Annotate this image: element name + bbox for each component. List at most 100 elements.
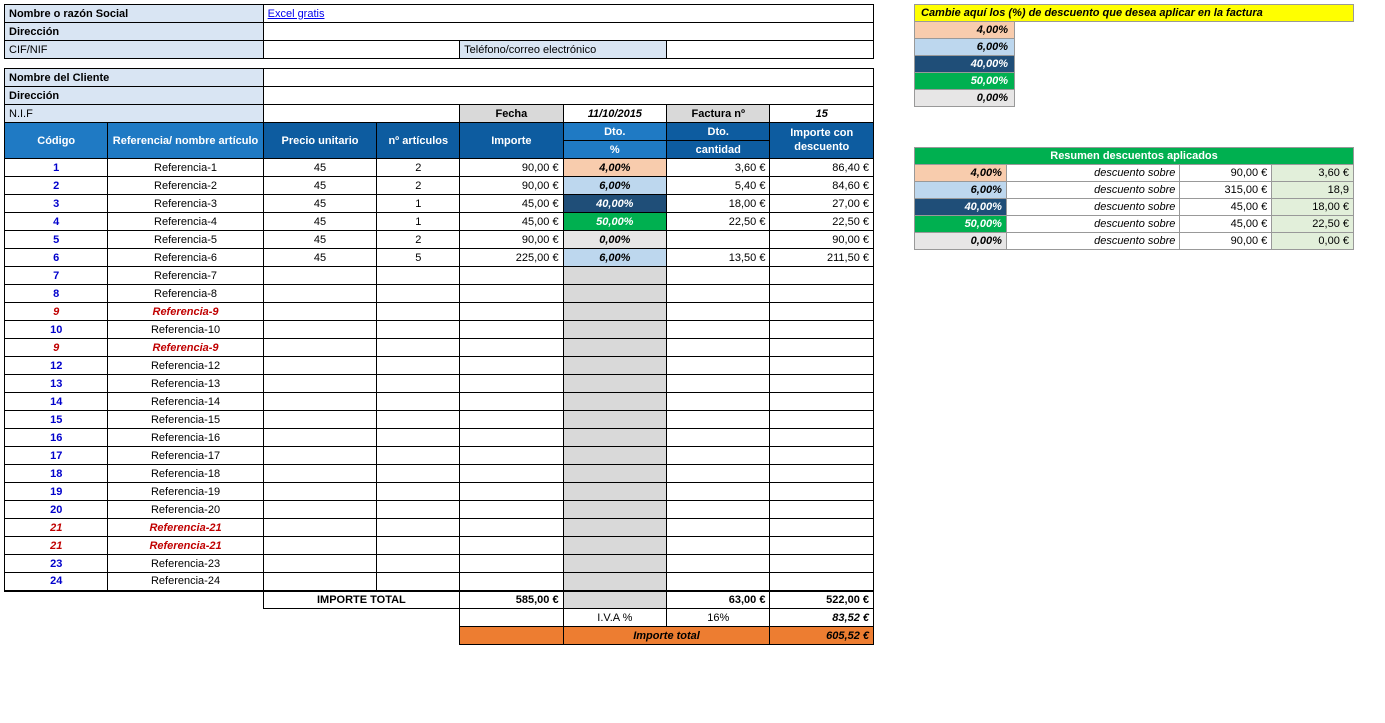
cell-dto-pct[interactable] <box>563 429 666 447</box>
cell-ref[interactable]: Referencia-6 <box>108 249 263 267</box>
cell-dto-pct[interactable]: 40,00% <box>563 195 666 213</box>
cell-cif[interactable] <box>263 41 460 59</box>
cell-dto-pct[interactable]: 6,00% <box>563 249 666 267</box>
cell-ref[interactable]: Referencia-4 <box>108 213 263 231</box>
cell-pu[interactable]: 45 <box>263 177 377 195</box>
cell-n[interactable] <box>377 447 460 465</box>
cell-ref[interactable]: Referencia-2 <box>108 177 263 195</box>
cell-pu[interactable]: 45 <box>263 213 377 231</box>
cell-ref[interactable]: Referencia-18 <box>108 465 263 483</box>
cell-ref[interactable]: Referencia-13 <box>108 375 263 393</box>
cell-direccion[interactable] <box>263 23 873 41</box>
cell-ref[interactable]: Referencia-9 <box>108 339 263 357</box>
cell-dto-pct[interactable] <box>563 447 666 465</box>
cell-n[interactable] <box>377 303 460 321</box>
cell-dto-pct[interactable] <box>563 465 666 483</box>
cell-n[interactable] <box>377 339 460 357</box>
cell-ref[interactable]: Referencia-15 <box>108 411 263 429</box>
cell-pu[interactable] <box>263 375 377 393</box>
cell-dto-pct[interactable] <box>563 267 666 285</box>
cell-dto-pct[interactable] <box>563 357 666 375</box>
cell-pu[interactable] <box>263 339 377 357</box>
cell-cliente[interactable] <box>263 69 873 87</box>
cell-dto-pct[interactable] <box>563 285 666 303</box>
cell-tel[interactable] <box>667 41 874 59</box>
cell-pu[interactable] <box>263 285 377 303</box>
cell-ref[interactable]: Referencia-7 <box>108 267 263 285</box>
cell-ref[interactable]: Referencia-24 <box>108 573 263 591</box>
cell-pu[interactable]: 45 <box>263 249 377 267</box>
rate-cell[interactable]: 0,00% <box>915 90 1015 107</box>
cell-n[interactable] <box>377 393 460 411</box>
cell-razon-social[interactable]: Excel gratis <box>263 5 873 23</box>
cell-code[interactable]: 7 <box>5 267 108 285</box>
cell-code[interactable]: 16 <box>5 429 108 447</box>
cell-ref[interactable]: Referencia-14 <box>108 393 263 411</box>
cell-pu[interactable] <box>263 429 377 447</box>
cell-code[interactable]: 4 <box>5 213 108 231</box>
cell-n[interactable]: 2 <box>377 159 460 177</box>
cell-n[interactable] <box>377 519 460 537</box>
cell-n[interactable] <box>377 555 460 573</box>
cell-pu[interactable] <box>263 357 377 375</box>
cell-ref[interactable]: Referencia-19 <box>108 483 263 501</box>
cell-pu[interactable]: 45 <box>263 159 377 177</box>
rate-cell[interactable]: 50,00% <box>915 73 1015 90</box>
rate-cell[interactable]: 40,00% <box>915 56 1015 73</box>
cell-pu[interactable] <box>263 303 377 321</box>
cell-ref[interactable]: Referencia-20 <box>108 501 263 519</box>
cell-dto-pct[interactable] <box>563 411 666 429</box>
cell-n[interactable] <box>377 429 460 447</box>
cell-n[interactable] <box>377 537 460 555</box>
cell-code[interactable]: 19 <box>5 483 108 501</box>
cell-factura[interactable]: 15 <box>770 105 874 123</box>
cell-code[interactable]: 8 <box>5 285 108 303</box>
cell-n[interactable] <box>377 411 460 429</box>
link-excel-gratis[interactable]: Excel gratis <box>268 8 325 20</box>
cell-code[interactable]: 10 <box>5 321 108 339</box>
cell-code[interactable]: 21 <box>5 537 108 555</box>
cell-code[interactable]: 21 <box>5 519 108 537</box>
cell-dto-pct[interactable] <box>563 483 666 501</box>
cell-pu[interactable] <box>263 447 377 465</box>
cell-code[interactable]: 18 <box>5 465 108 483</box>
rate-cell[interactable]: 4,00% <box>915 22 1015 39</box>
cell-ref[interactable]: Referencia-1 <box>108 159 263 177</box>
rate-cell[interactable]: 6,00% <box>915 39 1015 56</box>
cell-pu[interactable] <box>263 267 377 285</box>
cell-n[interactable]: 2 <box>377 177 460 195</box>
cell-pu[interactable] <box>263 555 377 573</box>
cell-code[interactable]: 14 <box>5 393 108 411</box>
cell-ref[interactable]: Referencia-21 <box>108 519 263 537</box>
cell-dto-pct[interactable]: 0,00% <box>563 231 666 249</box>
cell-pu[interactable] <box>263 465 377 483</box>
cell-direccion2[interactable] <box>263 87 873 105</box>
cell-dto-pct[interactable] <box>563 375 666 393</box>
cell-n[interactable] <box>377 321 460 339</box>
cell-n[interactable] <box>377 375 460 393</box>
cell-code[interactable]: 12 <box>5 357 108 375</box>
cell-n[interactable]: 1 <box>377 195 460 213</box>
cell-code[interactable]: 20 <box>5 501 108 519</box>
cell-code[interactable]: 23 <box>5 555 108 573</box>
cell-n[interactable]: 2 <box>377 231 460 249</box>
cell-pu[interactable]: 45 <box>263 195 377 213</box>
cell-dto-pct[interactable] <box>563 573 666 591</box>
cell-n[interactable] <box>377 465 460 483</box>
cell-code[interactable]: 9 <box>5 303 108 321</box>
cell-ref[interactable]: Referencia-23 <box>108 555 263 573</box>
cell-pu[interactable] <box>263 519 377 537</box>
cell-code[interactable]: 2 <box>5 177 108 195</box>
cell-ref[interactable]: Referencia-12 <box>108 357 263 375</box>
cell-fecha[interactable]: 11/10/2015 <box>563 105 666 123</box>
cell-pu[interactable] <box>263 573 377 591</box>
cell-code[interactable]: 6 <box>5 249 108 267</box>
cell-code[interactable]: 1 <box>5 159 108 177</box>
cell-code[interactable]: 17 <box>5 447 108 465</box>
cell-dto-pct[interactable] <box>563 339 666 357</box>
cell-pu[interactable] <box>263 393 377 411</box>
cell-n[interactable] <box>377 501 460 519</box>
cell-pu[interactable] <box>263 321 377 339</box>
cell-pu[interactable] <box>263 483 377 501</box>
cell-ref[interactable]: Referencia-10 <box>108 321 263 339</box>
